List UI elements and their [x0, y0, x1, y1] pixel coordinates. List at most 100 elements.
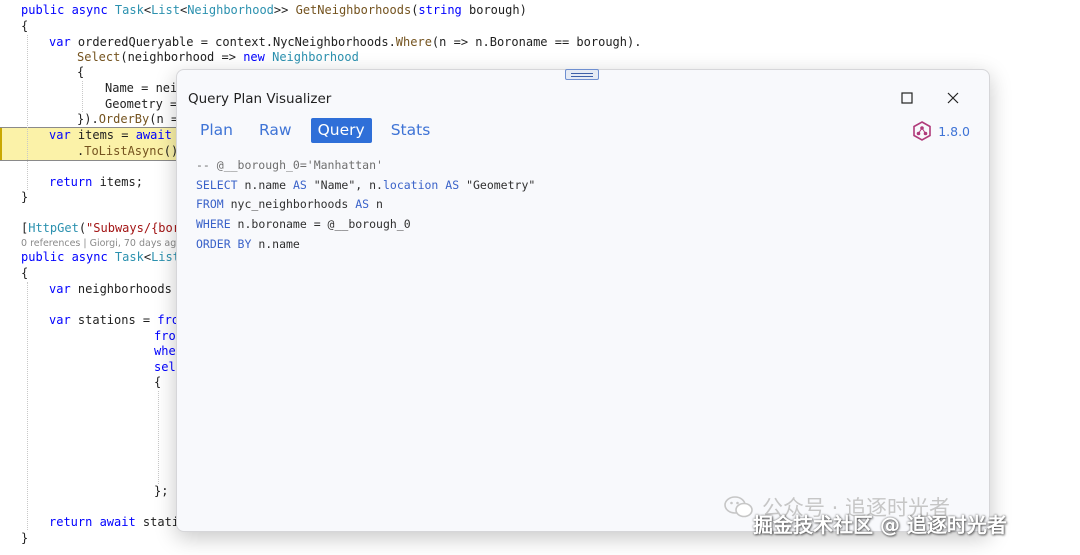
code-token: GetNeighborhoods — [295, 3, 412, 17]
code-line[interactable]: Name = neig — [105, 81, 184, 97]
extension-logo-icon — [913, 121, 931, 141]
sql-query-text: -- @__borough_0='Manhattan' SELECT n.name… — [196, 156, 535, 255]
code-token: var — [49, 282, 78, 296]
sql-token: ORDER BY — [196, 236, 259, 251]
code-token: }; — [154, 484, 169, 498]
sql-line: -- @__borough_0='Manhattan' — [196, 156, 535, 176]
code-token: < — [143, 250, 152, 264]
code-token: Neighborhood — [187, 3, 274, 17]
code-token: Task — [114, 250, 144, 264]
version-info[interactable]: 1.8.0 — [912, 121, 970, 141]
sql-line: ORDER BY n.name — [196, 235, 535, 255]
code-line[interactable]: }; — [154, 484, 168, 500]
indent-guide — [27, 282, 28, 530]
code-token: Geometry = — [105, 97, 185, 111]
sql-token: WHERE — [196, 217, 238, 232]
code-token: < — [143, 3, 152, 17]
code-line[interactable]: public async Task<List<Neighborhood>> Ge… — [21, 3, 527, 19]
code-line[interactable]: { — [154, 375, 161, 391]
code-token: var — [49, 313, 78, 327]
sql-token: n.name — [244, 177, 293, 192]
code-token: } — [21, 531, 29, 545]
window-title: Query Plan Visualizer — [188, 91, 332, 107]
code-token: { — [154, 375, 162, 389]
code-line[interactable]: } — [21, 190, 28, 206]
code-token: items = — [77, 128, 136, 142]
drag-handle[interactable] — [565, 69, 599, 80]
code-line[interactable]: [HttpGet("Subways/{boro — [21, 221, 187, 237]
code-line[interactable]: }).OrderBy(n => — [77, 112, 185, 128]
code-line[interactable]: { — [77, 65, 84, 81]
code-line[interactable]: Geometry = — [105, 97, 184, 113]
code-line[interactable]: return items; — [49, 175, 143, 191]
tab-raw[interactable]: Raw — [252, 118, 299, 143]
sql-token: n.boroname = @__borough_0 — [237, 217, 411, 232]
code-token: HttpGet — [28, 221, 79, 235]
indent-guide — [82, 81, 83, 112]
code-token: List — [151, 3, 180, 17]
code-token: } — [21, 190, 29, 204]
tab-plan[interactable]: Plan — [193, 118, 240, 143]
code-token: public async — [21, 250, 115, 264]
code-token: var — [49, 35, 78, 49]
sql-token: "Geometry" — [466, 177, 536, 192]
sql-token: AS — [292, 177, 314, 192]
sql-token: nyc_neighborhoods — [230, 197, 356, 212]
code-token: return — [49, 175, 100, 189]
indent-guide — [27, 35, 28, 190]
code-token: Where — [395, 35, 432, 49]
code-token: }). — [77, 112, 99, 126]
code-token: return await — [49, 515, 143, 529]
close-icon — [947, 92, 959, 104]
code-token: public async — [21, 3, 115, 17]
sql-line: WHERE n.boroname = @__borough_0 — [196, 215, 535, 235]
code-line[interactable]: var orderedQueryable = context.NycNeighb… — [49, 35, 641, 51]
sql-token: AS — [355, 197, 377, 212]
query-plan-visualizer-window: Query Plan Visualizer Plan Raw Query Sta… — [176, 69, 990, 532]
code-token: "Subways/{boro — [86, 221, 188, 235]
code-token: Name = neig — [105, 81, 185, 95]
code-line[interactable]: } — [21, 531, 28, 547]
indent-guide — [158, 391, 159, 484]
maximize-icon — [901, 92, 913, 104]
code-line[interactable]: var stations = from — [49, 313, 186, 329]
code-token: string — [418, 3, 469, 17]
code-token: (n => n.Boroname == borough). — [431, 35, 642, 49]
code-token: { — [77, 65, 85, 79]
tab-bar: Plan Raw Query Stats — [193, 118, 449, 143]
code-token: Select — [77, 50, 121, 64]
maximize-button[interactable] — [891, 84, 923, 112]
watermark-bottom-text: 掘金技术社区 @ 追逐时光者 — [753, 513, 1007, 537]
sql-token: SELECT — [196, 177, 245, 192]
close-button[interactable] — [937, 84, 969, 112]
sql-token: n.name — [258, 236, 300, 251]
code-line[interactable]: public async Task<List< — [21, 250, 187, 266]
code-token: { — [21, 19, 29, 33]
version-label: 1.8.0 — [938, 123, 970, 139]
code-token: orderedQueryable = context.NycNeighborho… — [77, 35, 396, 49]
code-token: >> — [273, 3, 296, 17]
codelens-references[interactable]: 0 references | Giorgi, 70 days ago | — [21, 238, 188, 250]
code-token: items; — [99, 175, 143, 189]
code-line[interactable]: var neighborhoods = — [49, 282, 194, 298]
code-token: ( — [78, 221, 87, 235]
sql-token: "Name", n. — [313, 177, 383, 192]
code-token: stations = — [77, 313, 158, 327]
sql-token: FROM — [196, 197, 231, 212]
code-token: new — [243, 50, 273, 64]
code-line[interactable]: Select(neighborhood => new Neighborhood — [77, 50, 359, 66]
sql-token: location — [382, 177, 446, 192]
code-token: Neighborhood — [272, 50, 359, 64]
tab-query[interactable]: Query — [310, 118, 372, 143]
sql-line: SELECT n.name AS "Name", n.location AS "… — [196, 176, 535, 196]
tab-stats[interactable]: Stats — [384, 118, 438, 143]
code-token: var — [49, 128, 78, 142]
code-line[interactable]: { — [21, 19, 28, 35]
wechat-icon — [724, 496, 753, 518]
code-line[interactable]: { — [21, 266, 28, 282]
code-token: (neighborhood => — [120, 50, 244, 64]
code-line[interactable]: return await statio — [49, 515, 186, 531]
code-token: borough) — [469, 3, 527, 17]
sql-token: n — [376, 197, 383, 212]
code-token: OrderBy — [98, 112, 150, 126]
